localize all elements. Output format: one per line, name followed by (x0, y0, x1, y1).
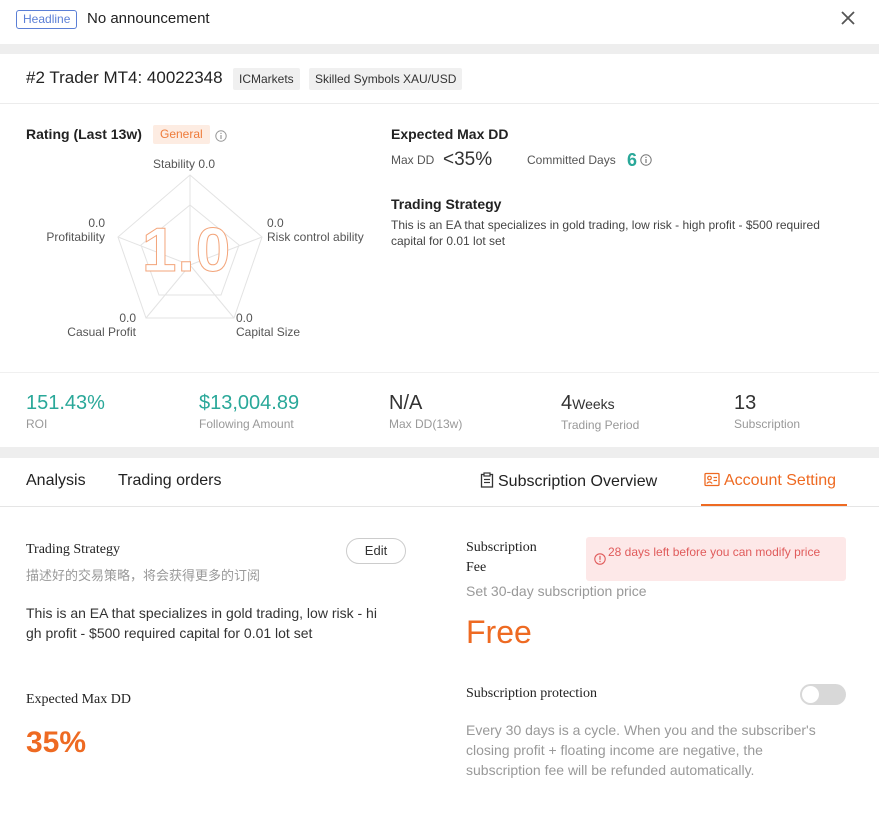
section-divider (0, 44, 879, 54)
edit-strategy-button[interactable]: Edit (346, 538, 406, 564)
tab-bar: Analysis Trading orders Subscription Ove… (0, 458, 879, 507)
clipboard-icon (480, 472, 494, 488)
axis-profitability: 0.0 Profitability (46, 216, 105, 244)
stat-following-amount: $13,004.89 Following Amount (199, 392, 300, 431)
active-tab-indicator (701, 504, 847, 506)
tab-account-setting[interactable]: Account Setting (704, 472, 836, 490)
broker-chip: ICMarkets (233, 68, 300, 90)
account-strategy-label: Trading Strategy (26, 542, 120, 557)
subscription-fee-label: Subscription Fee (466, 540, 537, 575)
stat-trading-period: 4Weeks Trading Period (561, 392, 640, 432)
axis-stability: Stability 0.0 (153, 157, 216, 171)
stat-max-dd: N/A Max DD(13w) (389, 392, 463, 431)
account-card-icon (704, 472, 720, 487)
max-dd-label: Max DD (391, 153, 435, 167)
strategy-title: Trading Strategy (391, 196, 502, 212)
toggle-knob (802, 686, 819, 703)
trader-header: #2 Trader MT4: 40022348 ICMarkets Skille… (0, 54, 879, 104)
protection-toggle[interactable] (800, 684, 846, 705)
stat-roi: 151.43% ROI (26, 392, 105, 431)
axis-casual-profit: 0.0 Casual Profit (67, 311, 136, 339)
tab-trading-orders[interactable]: Trading orders (118, 472, 221, 490)
stat-subscription: 13 Subscription (734, 392, 801, 431)
max-dd-value: <35% (443, 149, 493, 170)
symbols-chip: Skilled Symbols XAU/USD (309, 68, 463, 90)
committed-days-value: 6 (627, 150, 638, 170)
account-dd-value: 35% (26, 726, 87, 759)
info-icon[interactable] (640, 154, 652, 166)
fee-hint: Set 30-day subscription price (466, 583, 647, 599)
announcement-bar: Headline No announcement (0, 0, 879, 44)
tab-subscription-overview[interactable]: Subscription Overview (480, 472, 657, 491)
headline-tag: Headline (16, 10, 78, 29)
fee-value: Free (466, 614, 532, 650)
account-strategy-text: This is an EA that specializes in gold t… (26, 605, 377, 641)
protection-description: Every 30 days is a cycle. When you and t… (466, 722, 816, 778)
account-dd-label: Expected Max DD (26, 692, 131, 707)
announcement-text: No announcement (87, 10, 210, 27)
trader-title: #2 Trader MT4: 40022348 (26, 68, 223, 87)
info-icon[interactable] (215, 130, 227, 142)
rating-level-badge: General (153, 125, 210, 144)
rating-score: 1.0 (141, 216, 232, 285)
tab-analysis[interactable]: Analysis (26, 472, 86, 490)
axis-capital-size: 0.0 Capital Size (236, 311, 301, 339)
protection-label: Subscription protection (466, 686, 598, 701)
account-strategy-hint: 描述好的交易策略，将会获得更多的订阅 (26, 568, 261, 583)
expected-dd-title: Expected Max DD (391, 126, 509, 142)
committed-days-label: Committed Days (527, 153, 616, 167)
rating-title: Rating (Last 13w) (26, 126, 142, 142)
warning-info-icon (594, 553, 606, 565)
section-divider (0, 447, 879, 458)
modify-price-warning: 28 days left before you can modify price (586, 537, 846, 581)
strategy-text: This is an EA that specializes in gold t… (391, 218, 820, 248)
close-icon[interactable] (838, 8, 858, 28)
stats-bar: 151.43% ROI $13,004.89 Following Amount … (0, 372, 879, 447)
axis-risk-control: 0.0 Risk control ability (267, 216, 364, 244)
